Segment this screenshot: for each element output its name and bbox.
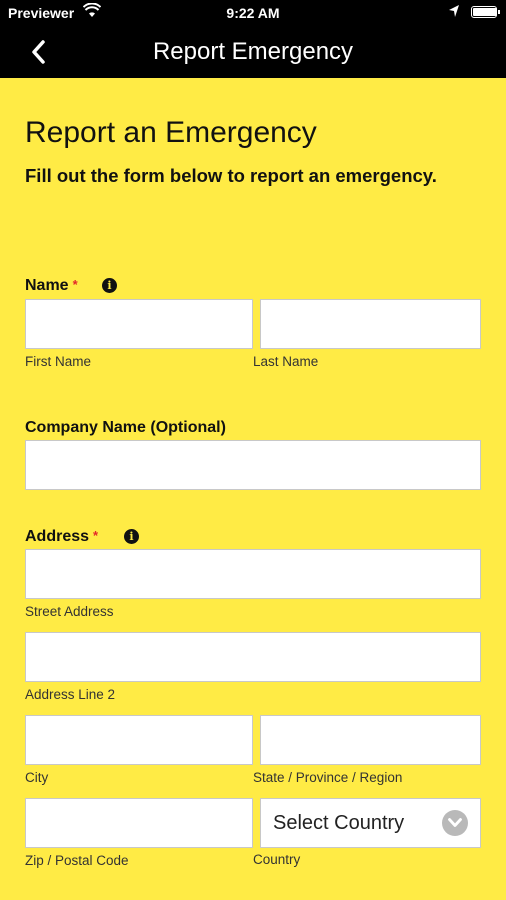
zip-code-input[interactable] [25, 798, 253, 848]
name-label: Name * [25, 277, 78, 294]
street-address-sublabel: Street Address [25, 604, 114, 619]
address-line-2-sublabel: Address Line 2 [25, 687, 116, 702]
navigation-bar: Report Emergency [0, 26, 506, 78]
address-line-2-input[interactable] [25, 632, 481, 682]
clock: 9:22 AM [226, 5, 280, 21]
first-name-input[interactable] [25, 299, 253, 349]
info-icon[interactable]: i [124, 529, 139, 544]
country-select[interactable]: Select Country [260, 798, 481, 848]
chevron-down-icon [442, 810, 468, 836]
state-input[interactable] [260, 715, 481, 765]
company-name-input[interactable] [25, 440, 481, 490]
nav-title: Report Emergency [152, 38, 354, 65]
page-subtitle: Fill out the form below to report an eme… [25, 165, 437, 186]
location-arrow-icon [448, 4, 460, 21]
battery-icon [471, 6, 500, 18]
page-title: Report an Emergency [25, 116, 317, 149]
required-asterisk: * [93, 528, 99, 543]
last-name-input[interactable] [260, 299, 481, 349]
street-address-input[interactable] [25, 549, 481, 599]
required-asterisk: * [72, 277, 78, 292]
zip-code-sublabel: Zip / Postal Code [25, 853, 129, 868]
last-name-sublabel: Last Name [253, 354, 319, 369]
country-sublabel: Country [253, 852, 301, 867]
address-label: Address * [25, 528, 99, 545]
country-select-value: Select Country [273, 811, 405, 834]
first-name-sublabel: First Name [25, 354, 92, 369]
city-input[interactable] [25, 715, 253, 765]
company-name-label: Company Name (Optional) [25, 419, 226, 436]
status-bar: Previewer 9:22 AM [0, 0, 506, 26]
state-sublabel: State / Province / Region [253, 770, 403, 785]
city-sublabel: City [25, 770, 49, 785]
info-icon[interactable]: i [102, 278, 117, 293]
